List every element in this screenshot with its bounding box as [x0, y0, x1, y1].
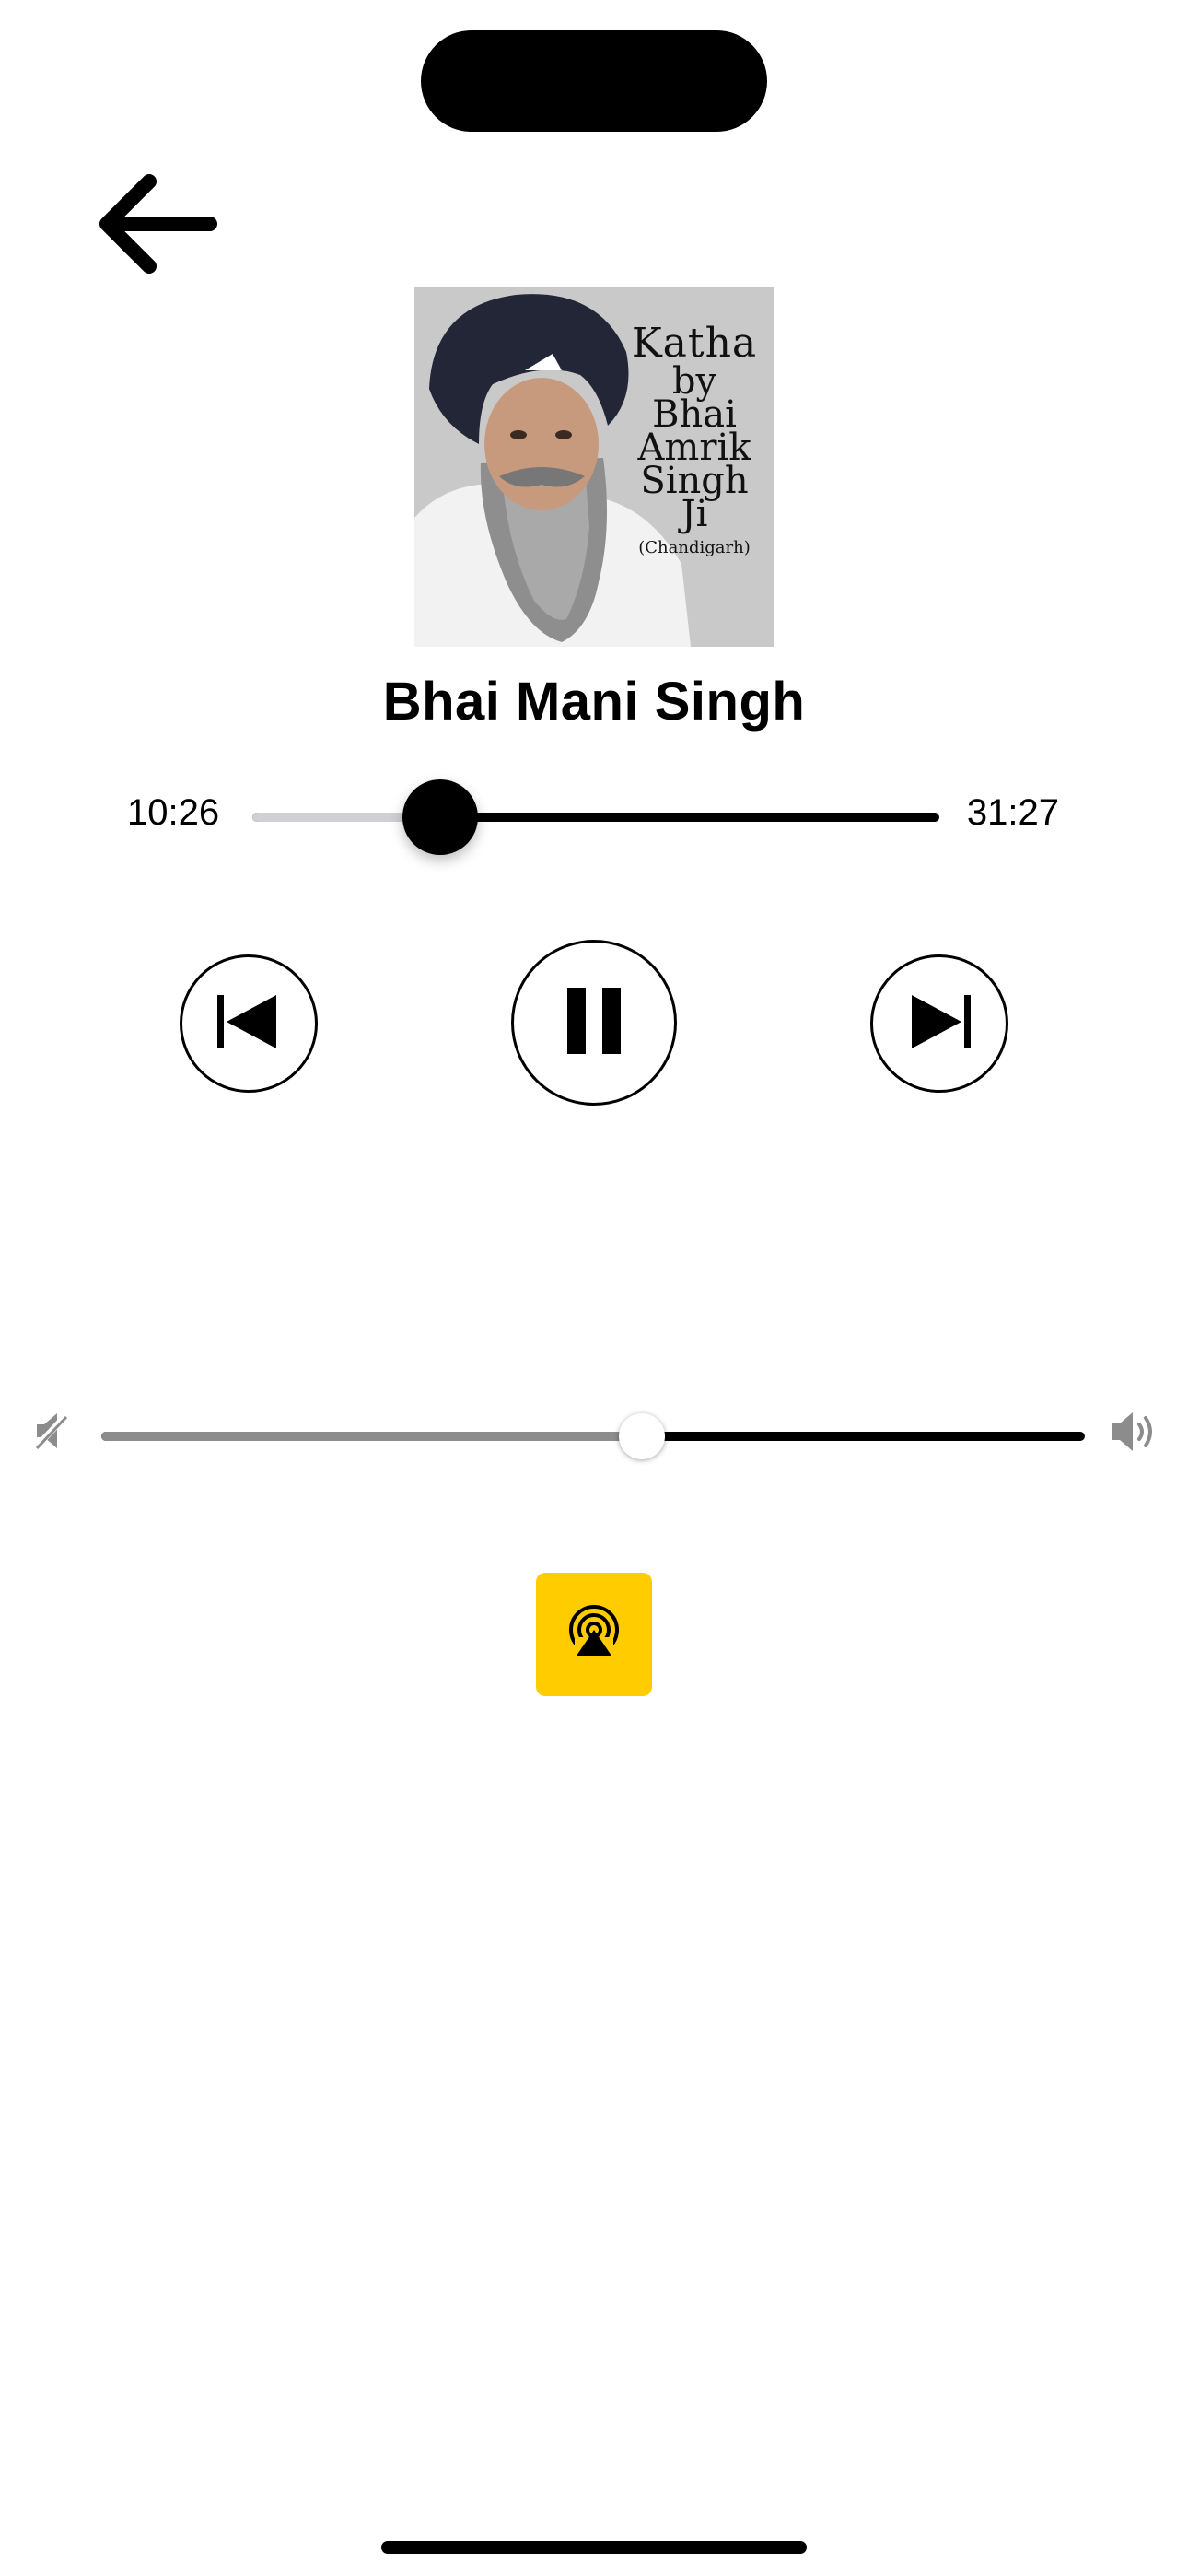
progress-thumb[interactable]	[402, 779, 479, 855]
speaker-loud-icon	[1109, 1406, 1160, 1458]
next-button[interactable]	[870, 954, 1008, 1093]
skip-next-icon	[903, 989, 976, 1059]
airplay-button[interactable]	[536, 1573, 652, 1696]
album-text-line: Ji	[681, 493, 708, 535]
album-art-text: Katha by Bhai Amrik Singh Ji (Chandigarh…	[621, 322, 768, 562]
dynamic-island	[421, 30, 767, 132]
volume-thumb[interactable]	[619, 1413, 666, 1459]
pause-button[interactable]	[511, 940, 677, 1106]
previous-button[interactable]	[180, 954, 318, 1093]
total-duration: 31:27	[966, 792, 1059, 833]
album-artwork: Katha by Bhai Amrik Singh Ji (Chandigarh…	[414, 287, 774, 647]
skip-previous-icon	[212, 989, 285, 1059]
arrow-left-icon	[92, 169, 221, 284]
volume-level	[101, 1432, 643, 1441]
elapsed-time: 10:26	[127, 792, 220, 833]
volume-slider[interactable]	[101, 1413, 1085, 1459]
home-indicator[interactable]	[381, 2541, 807, 2554]
airplay-audio-icon	[565, 1604, 623, 1666]
pause-icon	[562, 984, 626, 1062]
album-text-line: Katha	[631, 320, 758, 367]
progress-slider[interactable]	[252, 779, 939, 855]
speaker-mute-icon	[32, 1410, 70, 1452]
album-text-line: (Chandigarh)	[638, 538, 751, 557]
back-button[interactable]	[83, 166, 230, 286]
track-title: Bhai Mani Singh	[382, 672, 806, 732]
